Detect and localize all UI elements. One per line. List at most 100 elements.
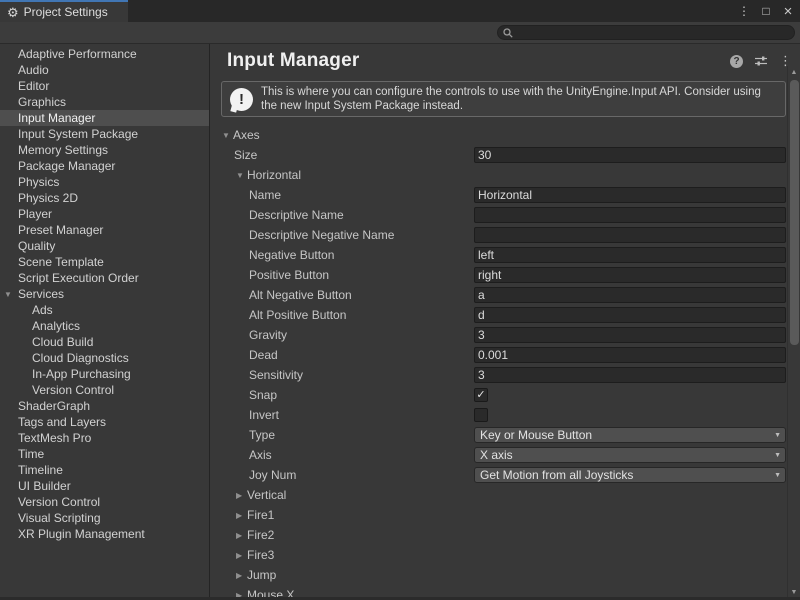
sensitivity-field[interactable]: 3 [474, 367, 786, 383]
sidebar-item-visual-scripting[interactable]: Visual Scripting [0, 510, 209, 526]
alt-negative-button-field[interactable]: a [474, 287, 786, 303]
foldout-row-fire3[interactable]: ▶Fire3 [210, 545, 800, 565]
info-icon: ! [230, 88, 253, 111]
field-row-joy-num: Joy Num Get Motion from all Joysticks▼ [210, 465, 800, 485]
sidebar-item-package-manager[interactable]: Package Manager [0, 158, 209, 174]
gravity-field[interactable]: 3 [474, 327, 786, 343]
scrollbar-thumb[interactable] [790, 80, 799, 345]
descriptive-negative-name-field[interactable] [474, 227, 786, 243]
foldout-row-axes[interactable]: ▼Axes [210, 125, 800, 145]
field-row-negative-button: Negative Button left [210, 245, 800, 265]
sidebar-item-physics-2d[interactable]: Physics 2D [0, 190, 209, 206]
presets-icon[interactable] [754, 55, 768, 67]
size-field[interactable]: 30 [474, 147, 786, 163]
chevron-down-icon[interactable]: ▼ [222, 131, 233, 140]
project-settings-window: ⚙ Project Settings ⋮ □ × Adaptive Perfor… [0, 0, 800, 600]
sidebar-item-cloud-diagnostics[interactable]: Cloud Diagnostics [0, 350, 209, 366]
vertical-scrollbar[interactable]: ▲ ▼ [787, 66, 800, 599]
sidebar-item-player[interactable]: Player [0, 206, 209, 222]
sidebar-item-analytics[interactable]: Analytics [0, 318, 209, 334]
gear-icon: ⚙ [7, 6, 19, 19]
chevron-down-icon: ▼ [774, 452, 781, 459]
chevron-down-icon[interactable]: ▼ [4, 290, 18, 299]
sidebar-item-script-execution-order[interactable]: Script Execution Order [0, 270, 209, 286]
maximize-icon[interactable]: □ [758, 3, 774, 19]
sidebar-item-graphics[interactable]: Graphics [0, 94, 209, 110]
foldout-row-vertical[interactable]: ▶Vertical [210, 485, 800, 505]
tab-label: Project Settings [24, 5, 108, 19]
alt-positive-button-field[interactable]: d [474, 307, 786, 323]
foldout-row-jump[interactable]: ▶Jump [210, 565, 800, 585]
chevron-right-icon[interactable]: ▶ [236, 551, 247, 560]
sidebar-item-ads[interactable]: Ads [0, 302, 209, 318]
negative-button-field[interactable]: left [474, 247, 786, 263]
sidebar-item-in-app-purchasing[interactable]: In-App Purchasing [0, 366, 209, 382]
close-icon[interactable]: × [780, 3, 796, 19]
sidebar-item-cloud-build[interactable]: Cloud Build [0, 334, 209, 350]
sidebar-item-shadergraph[interactable]: ShaderGraph [0, 398, 209, 414]
chevron-right-icon[interactable]: ▶ [236, 491, 247, 500]
sidebar-item-input-system-package[interactable]: Input System Package [0, 126, 209, 142]
tab-project-settings[interactable]: ⚙ Project Settings [0, 0, 128, 22]
dead-field[interactable]: 0.001 [474, 347, 786, 363]
help-box: ! This is where you can configure the co… [221, 81, 786, 117]
field-row-descriptive-name: Descriptive Name [210, 205, 800, 225]
help-box-text: This is where you can configure the cont… [261, 85, 777, 114]
field-row-alt-positive-button: Alt Positive Button d [210, 305, 800, 325]
tab-strip: ⚙ Project Settings ⋮ □ × [0, 0, 800, 22]
sidebar-item-version-control-service[interactable]: Version Control [0, 382, 209, 398]
snap-checkbox[interactable]: ✓ [474, 388, 488, 402]
chevron-right-icon[interactable]: ▶ [236, 531, 247, 540]
check-icon: ✓ [476, 390, 485, 401]
sidebar-item-ui-builder[interactable]: UI Builder [0, 478, 209, 494]
sidebar-item-scene-template[interactable]: Scene Template [0, 254, 209, 270]
sidebar-item-memory-settings[interactable]: Memory Settings [0, 142, 209, 158]
field-row-positive-button: Positive Button right [210, 265, 800, 285]
window-menu-icon[interactable]: ⋮ [736, 3, 752, 19]
field-row-gravity: Gravity 3 [210, 325, 800, 345]
settings-sidebar: Adaptive Performance Audio Editor Graphi… [0, 44, 210, 599]
sidebar-item-version-control[interactable]: Version Control [0, 494, 209, 510]
field-row-descriptive-negative-name: Descriptive Negative Name [210, 225, 800, 245]
chevron-right-icon[interactable]: ▶ [236, 511, 247, 520]
scroll-up-icon[interactable]: ▲ [788, 69, 800, 76]
sidebar-item-adaptive-performance[interactable]: Adaptive Performance [0, 46, 209, 62]
sidebar-item-quality[interactable]: Quality [0, 238, 209, 254]
window-controls: ⋮ □ × [736, 0, 796, 22]
type-dropdown[interactable]: Key or Mouse Button▼ [474, 427, 786, 443]
sidebar-item-audio[interactable]: Audio [0, 62, 209, 78]
chevron-right-icon[interactable]: ▶ [236, 571, 247, 580]
field-row-axis: Axis X axis▼ [210, 445, 800, 465]
page-title: Input Manager [227, 50, 359, 72]
positive-button-field[interactable]: right [474, 267, 786, 283]
chevron-down-icon[interactable]: ▼ [236, 171, 247, 180]
sidebar-item-textmesh-pro[interactable]: TextMesh Pro [0, 430, 209, 446]
sidebar-item-services[interactable]: ▼Services [0, 286, 209, 302]
foldout-row-horizontal[interactable]: ▼Horizontal [210, 165, 800, 185]
descriptive-name-field[interactable] [474, 207, 786, 223]
search-box[interactable] [497, 25, 795, 40]
sidebar-item-timeline[interactable]: Timeline [0, 462, 209, 478]
foldout-row-fire1[interactable]: ▶Fire1 [210, 505, 800, 525]
foldout-row-fire2[interactable]: ▶Fire2 [210, 525, 800, 545]
toolbar [0, 22, 800, 44]
help-icon[interactable]: ? [730, 55, 743, 68]
sidebar-item-editor[interactable]: Editor [0, 78, 209, 94]
sidebar-item-time[interactable]: Time [0, 446, 209, 462]
field-row-snap: Snap ✓ [210, 385, 800, 405]
search-icon [503, 28, 513, 38]
joy-num-dropdown[interactable]: Get Motion from all Joysticks▼ [474, 467, 786, 483]
sidebar-item-input-manager[interactable]: Input Manager [0, 110, 209, 126]
sidebar-item-physics[interactable]: Physics [0, 174, 209, 190]
axis-dropdown[interactable]: X axis▼ [474, 447, 786, 463]
sidebar-item-tags-and-layers[interactable]: Tags and Layers [0, 414, 209, 430]
invert-checkbox[interactable] [474, 408, 488, 422]
name-field[interactable]: Horizontal [474, 187, 786, 203]
sidebar-item-preset-manager[interactable]: Preset Manager [0, 222, 209, 238]
field-row-size: Size 30 [210, 145, 800, 165]
chevron-down-icon: ▼ [774, 472, 781, 479]
field-row-sensitivity: Sensitivity 3 [210, 365, 800, 385]
sidebar-item-xr-plugin-management[interactable]: XR Plugin Management [0, 526, 209, 542]
search-input[interactable] [517, 26, 794, 39]
scroll-down-icon[interactable]: ▼ [788, 589, 800, 596]
